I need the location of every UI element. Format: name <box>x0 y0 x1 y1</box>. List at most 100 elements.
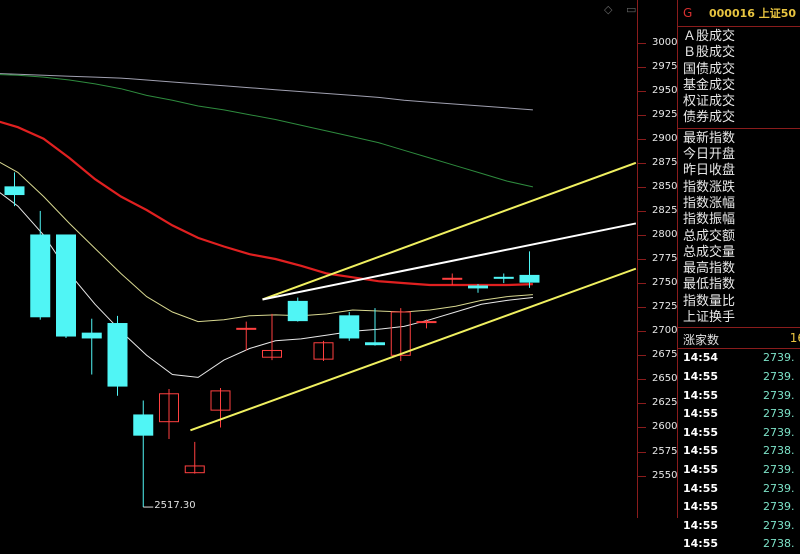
tick-time: 14:55 <box>683 481 719 495</box>
tick-row: 14:55 2739. <box>678 498 800 517</box>
trade-label: 国债成交 <box>683 61 736 77</box>
index-label: 指数振幅 <box>683 212 736 228</box>
tick-time: 14:55 <box>683 369 719 383</box>
tick-price: 2739. <box>763 388 795 402</box>
tick-price: 2739. <box>763 351 795 365</box>
ma-gray-line <box>0 73 533 111</box>
y-tick-mark <box>638 403 646 405</box>
index-label: 指数涨跌 <box>683 179 736 195</box>
tick-price: 2739. <box>763 481 795 495</box>
y-tick-mark <box>638 259 646 261</box>
y-tick-mark <box>638 283 646 285</box>
y-tick-label: 2625 <box>652 397 678 409</box>
index-label: 最低指数 <box>683 277 736 293</box>
advancers-label: 涨家数 <box>683 333 720 348</box>
tick-price: 2739. <box>763 425 795 439</box>
candle-down <box>107 323 128 387</box>
y-tick-mark <box>638 210 646 212</box>
candle-down <box>30 234 51 318</box>
index-label: 指数涨幅 <box>683 195 736 211</box>
tick-price: 2738. <box>763 444 795 458</box>
trade-label: 基金成交 <box>683 77 736 93</box>
y-tick-label: 2850 <box>652 180 678 192</box>
candle-up <box>416 321 437 324</box>
tick-price: 2739. <box>763 500 795 514</box>
tick-row: 14:54 2739. <box>678 349 800 368</box>
candle-down <box>365 342 385 346</box>
y-tick-label: 2775 <box>652 253 678 265</box>
tick-time: 14:55 <box>683 444 719 458</box>
y-tick-mark <box>638 162 646 164</box>
y-tick-mark <box>638 186 646 188</box>
tick-time: 14:54 <box>683 351 719 365</box>
index-label: 最新指数 <box>683 130 736 146</box>
ma-green-line <box>0 74 534 188</box>
y-tick-label: 3000 <box>652 36 678 48</box>
y-tick-mark <box>638 138 646 140</box>
y-tick-mark <box>638 331 646 333</box>
candle-down <box>81 332 102 339</box>
tick-row: 14:55 2739. <box>678 424 800 443</box>
y-tick-mark <box>638 355 646 357</box>
kline-chart[interactable] <box>0 0 637 518</box>
y-tick-label: 2700 <box>652 325 678 337</box>
kline-chart-area[interactable]: 2517.30 ◇ ▭ <box>0 0 637 518</box>
tick-row: 14:55 2738. <box>678 535 800 554</box>
tick-row: 14:55 2739. <box>678 461 800 480</box>
tick-price: 2739. <box>763 407 795 421</box>
tick-price: 2738. <box>763 537 795 551</box>
candle-up <box>442 277 463 280</box>
index-label: 总成交额 <box>683 228 736 244</box>
tick-price: 2739. <box>763 369 795 383</box>
candle-down <box>133 414 154 436</box>
y-tick-label: 2600 <box>652 421 678 433</box>
y-tick-mark <box>638 379 646 381</box>
candle-up <box>236 327 257 330</box>
tick-row: 14:55 2739. <box>678 405 800 424</box>
trend-lower-line <box>190 267 637 432</box>
y-tick-mark <box>638 427 646 429</box>
y-tick-label: 2675 <box>652 349 678 361</box>
candle-down <box>339 315 360 339</box>
trade-label: 债券成交 <box>683 110 736 126</box>
candle-down <box>519 274 540 283</box>
tick-time: 14:55 <box>683 518 719 532</box>
y-tick-label: 2975 <box>652 60 678 72</box>
y-tick-label: 2875 <box>652 156 678 168</box>
tick-row: 14:55 2739. <box>678 387 800 406</box>
tick-time: 14:55 <box>683 407 719 421</box>
y-tick-mark <box>638 307 646 309</box>
y-tick-label: 2650 <box>652 373 678 385</box>
tick-row: 14:55 2739. <box>678 517 800 536</box>
tick-list[interactable]: 14:54 2739. 14:55 2739. 14:55 2739. 14:55 27… <box>678 349 800 554</box>
y-tick-mark <box>638 90 646 92</box>
advancers-value: 16 <box>789 331 800 346</box>
y-tick-mark <box>638 451 646 453</box>
dropdown-icon[interactable]: ◇ <box>604 4 616 16</box>
index-code-title[interactable]: 000016 上证50 <box>709 5 796 21</box>
y-tick-mark <box>638 475 646 477</box>
quote-panel: G 000016 上证50 Ａ股成交 Ｂ股成交 国债成交 基金成交 权证成交 债… <box>677 0 800 550</box>
y-tick-label: 2725 <box>652 301 678 313</box>
index-label: 最高指数 <box>683 261 736 277</box>
index-label: 昨日收盘 <box>683 163 736 179</box>
tick-time: 14:55 <box>683 537 719 551</box>
y-tick-label: 2925 <box>652 108 678 120</box>
y-tick-label: 2550 <box>652 469 678 481</box>
tick-row: 14:55 2738. <box>678 442 800 461</box>
y-tick-label: 2825 <box>652 204 678 216</box>
index-label: 总成交量 <box>683 244 736 260</box>
price-axis: 3000 2975 2950 2925 2900 2875 2850 2825 2800 2775… <box>637 0 678 518</box>
y-tick-label: 2750 <box>652 277 678 289</box>
index-label: 上证换手 <box>683 310 736 326</box>
market-letter: G <box>683 6 693 20</box>
trade-label: Ａ股成交 <box>683 29 736 44</box>
tick-time: 14:55 <box>683 462 719 476</box>
advancers-row: 涨家数 16 <box>678 328 800 350</box>
tick-price: 2739. <box>763 518 795 532</box>
candle-down <box>4 186 25 196</box>
tick-time: 14:55 <box>683 425 719 439</box>
tick-time: 14:55 <box>683 500 719 514</box>
y-tick-mark <box>638 42 646 44</box>
trade-label: Ｂ股成交 <box>683 45 736 61</box>
